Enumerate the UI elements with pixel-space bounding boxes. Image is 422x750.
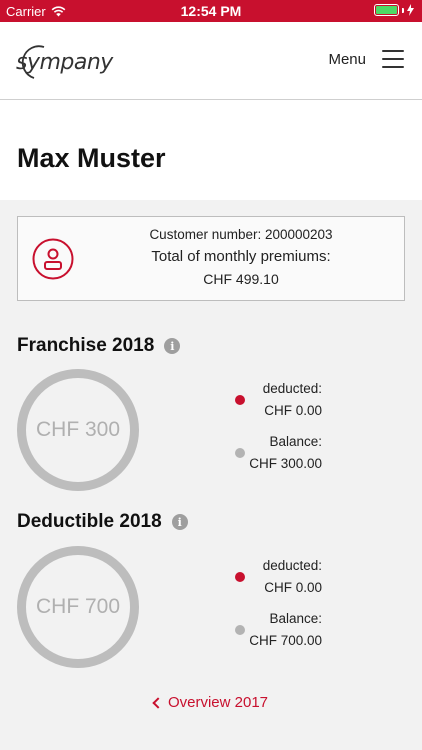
section-title-franchise: Franchise 2018 i — [17, 335, 181, 357]
ring-label: CHF 300 — [35, 418, 121, 441]
user-icon — [32, 238, 74, 280]
section-title-deductible: Deductible 2018 i — [17, 511, 188, 533]
deducted-value: CHF 0.00 — [264, 580, 322, 595]
legend-deducted: deducted: CHF 0.00 — [230, 378, 330, 428]
balance-dot — [235, 448, 245, 458]
franchise-ring: CHF 300 — [17, 369, 139, 491]
balance-label: Balance: — [269, 611, 322, 626]
legend-balance: Balance: CHF 300.00 — [230, 431, 330, 481]
deductible-ring: CHF 700 — [17, 546, 139, 668]
premiums-label: Total of monthly premiums: — [151, 248, 331, 265]
deducted-value: CHF 0.00 — [264, 403, 322, 418]
deductible-legend: deducted: CHF 0.00 Balance: CHF 700.00 — [230, 555, 330, 658]
balance-label: Balance: — [269, 434, 322, 449]
legend-deducted: deducted: CHF 0.00 — [230, 555, 330, 605]
battery-icon — [374, 4, 399, 16]
customer-number: Customer number: 200000203 — [149, 227, 333, 242]
franchise-legend: deducted: CHF 0.00 Balance: CHF 300.00 — [230, 378, 330, 481]
deducted-label: deducted: — [262, 558, 322, 573]
summary-card: Customer number: 200000203 Total of mont… — [17, 216, 405, 301]
info-icon[interactable]: i — [164, 338, 181, 354]
logo[interactable]: sympany — [16, 50, 113, 75]
legend-balance: Balance: CHF 700.00 — [230, 608, 330, 658]
section-title-text: Deductible 2018 — [17, 511, 162, 532]
section-title-text: Franchise 2018 — [17, 335, 155, 356]
app-header: sympany Menu — [0, 22, 422, 100]
premiums-value: CHF 499.10 — [203, 271, 279, 287]
chevron-left-icon — [152, 697, 164, 709]
ring-label: CHF 700 — [35, 595, 121, 618]
charging-icon — [407, 4, 414, 16]
status-bar: Carrier 12:54 PM — [0, 0, 422, 22]
deducted-label: deducted: — [262, 381, 322, 396]
overview-2017-link[interactable]: Overview 2017 — [0, 694, 422, 711]
deducted-dot — [235, 572, 245, 582]
menu-button[interactable]: Menu — [328, 50, 404, 68]
profile-header: Max Muster — [0, 101, 422, 200]
clock: 12:54 PM — [180, 3, 242, 19]
customer-name: Max Muster — [17, 143, 166, 173]
battery-status — [374, 4, 414, 16]
info-icon[interactable]: i — [171, 514, 188, 530]
back-link-label: Overview 2017 — [167, 694, 269, 711]
main-content: Customer number: 200000203 Total of mont… — [0, 200, 422, 750]
hamburger-icon — [382, 50, 404, 68]
balance-value: CHF 300.00 — [249, 456, 322, 471]
balance-dot — [235, 625, 245, 635]
deducted-dot — [235, 395, 245, 405]
balance-value: CHF 700.00 — [249, 633, 322, 648]
menu-label: Menu — [328, 50, 366, 68]
